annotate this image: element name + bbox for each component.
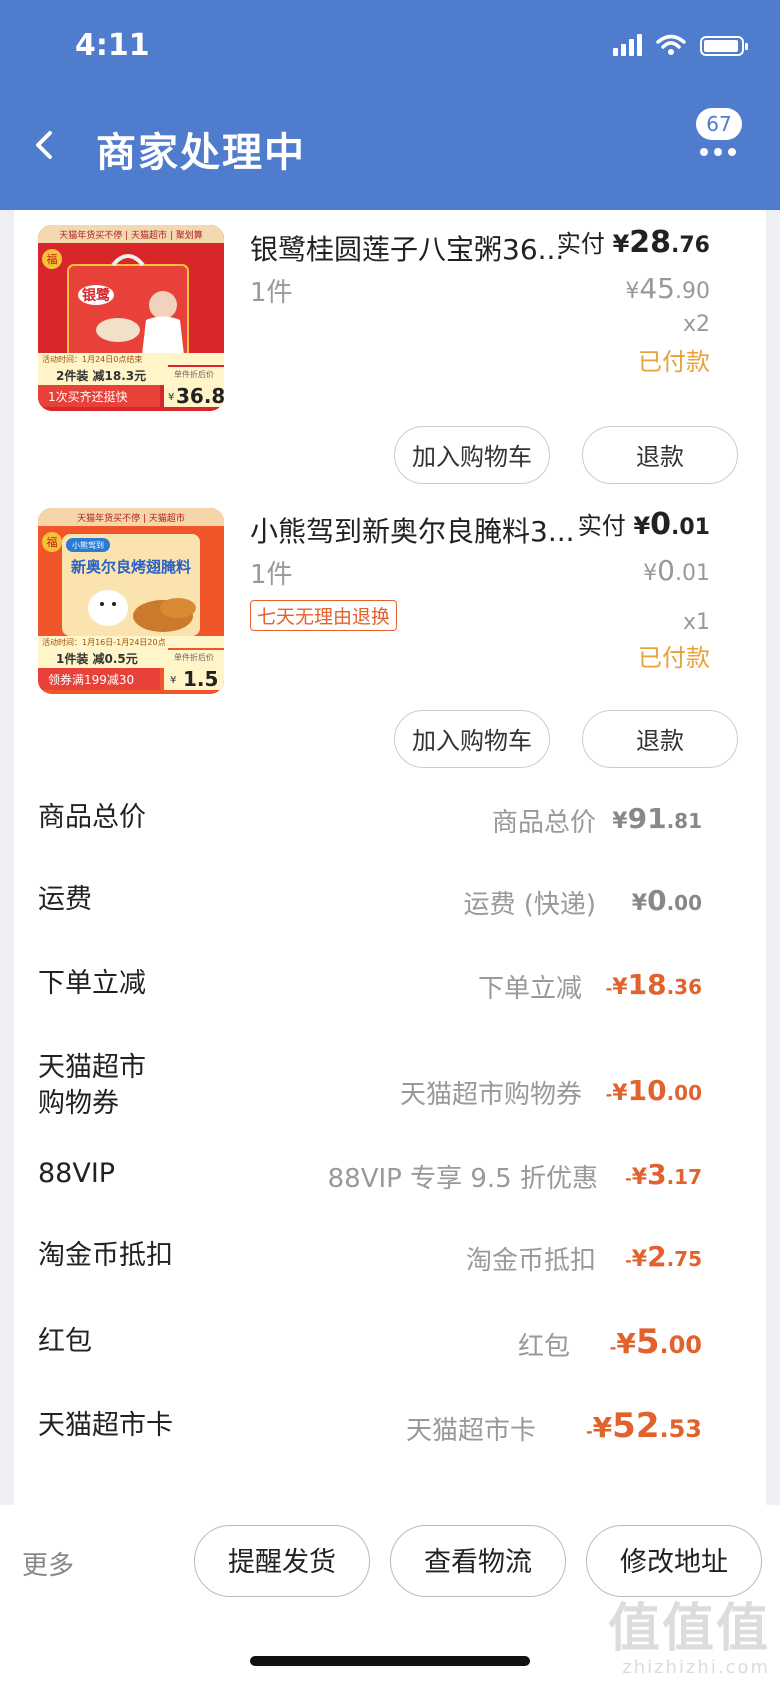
summary-amount: ¥0.00 [631, 884, 702, 917]
order-item: 天猫年货买不停 | 天猫超市 福 小熊驾到 新奥尔良烤翅腌料 活动时间：1月16… [14, 492, 766, 782]
message-count-badge: 67 [696, 108, 742, 140]
summary-label: 淘金币抵扣 [38, 1240, 173, 1271]
promo-date: 活动时间：1月24日0点结束 [42, 354, 142, 364]
home-indicator [250, 1656, 530, 1666]
fu-text: 福 [47, 252, 58, 266]
payment-status: 已付款 [638, 644, 710, 672]
banner-text: 天猫年货买不停 | 天猫超市 | 聚划算 [59, 229, 203, 241]
brand-text: 银鹭 [82, 287, 111, 304]
wifi-icon [656, 34, 686, 55]
status-icons [613, 34, 748, 56]
promo-line-2: 1次买齐还挺快 [48, 389, 128, 404]
item-multiplier: x1 [682, 610, 710, 635]
summary-desc: 淘金币抵扣 [465, 1246, 596, 1276]
site-watermark: 值值值 zhizhizhi.com [608, 1601, 770, 1678]
summary-label: 天猫超市卡 [38, 1410, 173, 1441]
product-image[interactable]: 天猫年货买不停 | 天猫超市 | 聚划算 福 银鹭 活动时间：1月24日0点结束… [38, 225, 224, 411]
remind-shipment-button[interactable]: 提醒发货 [194, 1525, 370, 1597]
summary-desc: 运费 (快递) [463, 890, 596, 920]
add-to-cart-button[interactable]: 加入购物车 [394, 710, 550, 768]
summary-desc: 88VIP 专享 9.5 折优惠 [327, 1164, 598, 1194]
paid-amount: 实付 ¥28.76 [556, 225, 710, 260]
product-image-art: 天猫年货买不停 | 天猫超市 | 聚划算 福 银鹭 活动时间：1月24日0点结束… [38, 225, 224, 411]
watermark-url: zhizhizhi.com [622, 1657, 770, 1678]
summary-label: 88VIP [38, 1158, 116, 1189]
battery-icon [700, 36, 748, 56]
unit-price: 1.5 [183, 667, 218, 691]
paid-label: 实付 [556, 230, 605, 258]
fu-text: 福 [47, 535, 58, 549]
back-button[interactable] [30, 125, 70, 165]
paid-amount: 实付 ¥0.01 [577, 507, 710, 542]
order-panel: 天猫年货买不停 | 天猫超市 | 聚划算 福 银鹭 活动时间：1月24日0点结束… [14, 210, 766, 1505]
cellular-signal-icon [613, 34, 642, 56]
paid-label: 实付 [577, 512, 626, 540]
summary-label: 红包 [38, 1326, 92, 1357]
more-dots-icon [700, 148, 736, 156]
summary-desc: 天猫超市购物券 [399, 1080, 582, 1110]
summary-label: 运费 [38, 884, 92, 915]
unit-yen: ¥ [170, 675, 176, 686]
product-quantity: 1件 [250, 560, 293, 590]
product-image-art: 天猫年货买不停 | 天猫超市 福 小熊驾到 新奥尔良烤翅腌料 活动时间：1月16… [38, 508, 224, 694]
summary-desc: 商品总价 [491, 808, 596, 838]
brand-text: 小熊驾到 [72, 540, 104, 550]
more-actions-link[interactable]: 更多 [22, 1545, 74, 1582]
summary-amount: -¥52.53 [586, 1406, 702, 1446]
summary-amount: -¥5.00 [609, 1322, 702, 1362]
product-name[interactable]: 银鹭桂圆莲子八宝粥36... [250, 228, 564, 268]
original-price: ¥45.90 [625, 272, 710, 305]
payment-status: 已付款 [638, 348, 710, 376]
unit-label: 单件折后价 [174, 369, 214, 379]
more-menu-button[interactable]: 67 [694, 108, 746, 168]
chevron-left-icon [36, 131, 52, 159]
product-quantity: 1件 [250, 278, 293, 308]
summary-desc: 天猫超市卡 [405, 1416, 536, 1446]
promo-line: 2件装 减18.3元 [56, 368, 146, 383]
summary-label: 下单立减 [38, 968, 146, 999]
summary-amount: -¥2.75 [625, 1240, 702, 1273]
page-title: 商家处理中 [96, 130, 306, 176]
product-image[interactable]: 天猫年货买不停 | 天猫超市 福 小熊驾到 新奥尔良烤翅腌料 活动时间：1月16… [38, 508, 224, 694]
view-logistics-button[interactable]: 查看物流 [390, 1525, 566, 1597]
summary-amount: -¥18.36 [605, 968, 702, 1001]
summary-amount: -¥10.00 [605, 1074, 702, 1107]
watermark-logo: 值值值 [607, 1599, 770, 1659]
summary-label: 商品总价 [38, 802, 146, 833]
unit-label: 单件折后价 [174, 652, 214, 662]
refund-button[interactable]: 退款 [582, 710, 738, 768]
order-item: 天猫年货买不停 | 天猫超市 | 聚划算 福 银鹭 活动时间：1月24日0点结束… [14, 210, 766, 492]
refund-button[interactable]: 退款 [582, 426, 738, 484]
product-text: 新奥尔良烤翅腌料 [71, 558, 191, 576]
summary-amount: -¥3.17 [625, 1158, 702, 1191]
add-to-cart-button[interactable]: 加入购物车 [394, 426, 550, 484]
promo-line-2: 领券满199减30 [48, 672, 134, 687]
unit-yen: ¥ [168, 392, 174, 403]
unit-price: 36.8 [176, 384, 224, 408]
status-time: 4:11 [75, 28, 150, 63]
product-name[interactable]: 小熊驾到新奥尔良腌料3... [250, 510, 575, 550]
return-policy-tag: 七天无理由退换 [250, 600, 398, 631]
summary-amount: ¥91.81 [612, 802, 702, 835]
promo-date: 活动时间：1月16日-1月24日20点 [42, 637, 166, 647]
app-header: 4:11 商家处理中 67 [0, 0, 780, 210]
summary-desc: 下单立减 [477, 974, 582, 1004]
summary-label: 天猫超市 购物券 [38, 1052, 146, 1119]
promo-line: 1件装 减0.5元 [56, 651, 138, 666]
item-multiplier: x2 [682, 312, 710, 337]
original-price: ¥0.01 [643, 554, 710, 587]
edit-address-button[interactable]: 修改地址 [586, 1525, 762, 1597]
summary-desc: 红包 [517, 1332, 570, 1362]
banner-text: 天猫年货买不停 | 天猫超市 [77, 512, 185, 524]
bottom-action-bar: 更多 提醒发货 查看物流 修改地址 值值值 zhizhizhi.com [0, 1505, 780, 1688]
